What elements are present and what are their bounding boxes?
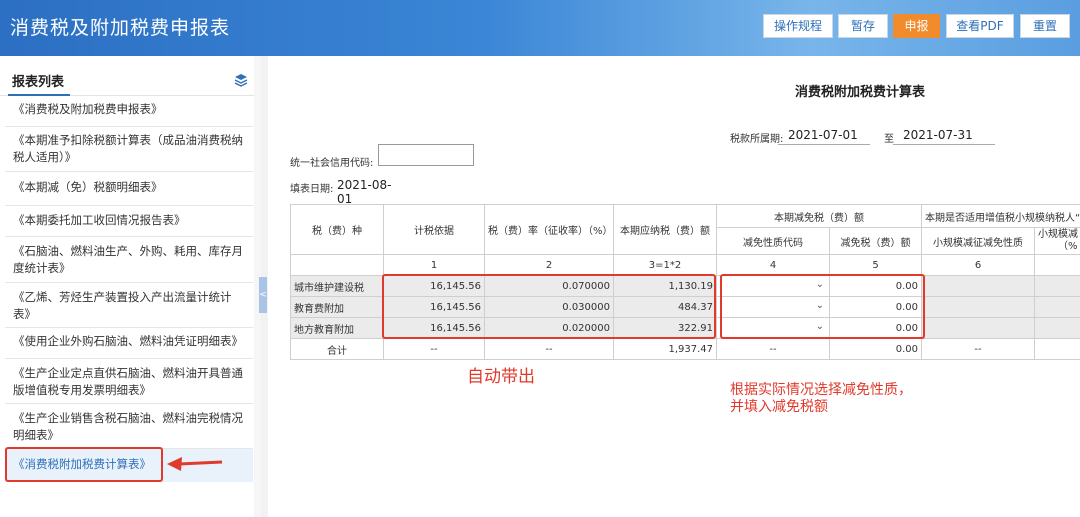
- annotation-auto-filled: 自动带出: [467, 367, 535, 387]
- row-tax-name: 教育费附加: [290, 296, 384, 318]
- row-tax-name: 城市维护建设税: [290, 275, 384, 297]
- header-payable: 本期应纳税（费）额: [613, 204, 717, 255]
- sidebar-item-consumption-tax-return[interactable]: 《消费税及附加税费申报表》: [5, 98, 253, 127]
- annotation-hint-line2: 并填入减免税额: [730, 399, 828, 415]
- credit-code-label: 统一社会信用代码:: [290, 158, 374, 169]
- annotation-box-reduction-fields: [720, 274, 925, 339]
- index-cell: [290, 254, 384, 276]
- header-reduction-group: 本期减免税（费）额: [716, 204, 922, 228]
- sidebar-item-reduction-detail[interactable]: 《本期减（免）税额明细表》: [5, 172, 253, 206]
- sidebar-title: 报表列表: [12, 75, 65, 90]
- small-reduction-rate-cell: [1034, 296, 1080, 318]
- small-reduction-rate-cell: [1034, 275, 1080, 297]
- sidebar-item-purchase-voucher-detail[interactable]: 《使用企业外购石脑油、燃料油凭证明细表》: [5, 328, 253, 359]
- sidebar-item-direct-supply-invoice-detail[interactable]: 《生产企业定点直供石脑油、燃料油开具普通版增值税专用发票明细表》: [5, 359, 253, 404]
- index-cell: 3=1*2: [613, 254, 717, 276]
- arrow-left-icon: [167, 457, 223, 471]
- collapse-sidebar-handle[interactable]: <: [259, 277, 267, 313]
- total-reduction-code: --: [716, 338, 830, 360]
- tax-period-end: 2021-07-31: [893, 128, 995, 145]
- form-title: 消费税附加税费计算表: [795, 85, 926, 100]
- total-small-rate: -: [1034, 338, 1080, 360]
- index-cell: 1: [383, 254, 485, 276]
- header-small-reduction-rate: 小规模减 （%: [1034, 227, 1080, 255]
- tax-period-label: 税款所属期:: [730, 134, 784, 145]
- header-tax-basis: 计税依据: [383, 204, 485, 255]
- submit-declaration-button[interactable]: 申报: [893, 14, 940, 38]
- index-cell: 4: [716, 254, 830, 276]
- header-tax-rate: 税（费）率（征收率）（%）: [484, 204, 614, 255]
- reset-button[interactable]: 重置: [1020, 14, 1070, 38]
- sidebar-item-entrusted-processing-report[interactable]: 《本期委托加工收回情况报告表》: [5, 206, 253, 237]
- view-pdf-button[interactable]: 查看PDF: [946, 14, 1014, 38]
- operation-guide-button[interactable]: 操作规程: [763, 14, 833, 38]
- sidebar-item-deductible-tax-calc[interactable]: 《本期准予扣除税额计算表（成品油消费税纳税人适用）》: [5, 127, 253, 172]
- sidebar-header: 报表列表: [0, 62, 261, 96]
- sidebar-item-tax-paid-sales-detail[interactable]: 《生产企业销售含税石脑油、燃料油完税情况明细表》: [5, 404, 253, 449]
- index-cell: 7: [1034, 254, 1080, 276]
- save-draft-button[interactable]: 暂存: [838, 14, 888, 38]
- sidebar-item-naphtha-monthly-stats[interactable]: 《石脑油、燃料油生产、外购、耗用、库存月度统计表》: [5, 237, 253, 283]
- total-payable: 1,937.47: [613, 338, 717, 360]
- annotation-box-sidebar-item: [5, 447, 163, 482]
- header-tax-type: 税（费）种: [290, 204, 384, 255]
- credit-code-input[interactable]: [378, 144, 474, 166]
- app-title: 消费税及附加税费申报表: [10, 17, 231, 39]
- small-reduction-rate-cell: [1034, 317, 1080, 339]
- row-tax-name: 地方教育附加: [290, 317, 384, 339]
- header-reduction-code: 减免性质代码: [716, 227, 830, 255]
- index-cell: 2: [484, 254, 614, 276]
- annotation-box-auto-fields: [382, 274, 716, 339]
- annotation-hint-line1: 根据实际情况选择减免性质，: [730, 382, 912, 398]
- index-cell: 5: [829, 254, 922, 276]
- layers-icon[interactable]: [234, 73, 248, 87]
- total-basis: --: [383, 338, 485, 360]
- total-small-code: --: [921, 338, 1035, 360]
- total-rate: --: [484, 338, 614, 360]
- small-reduction-code-cell: [921, 296, 1035, 318]
- total-row: 合计 -- -- 1,937.47 -- 0.00 -- -: [290, 338, 1080, 360]
- tax-period-start: 2021-07-01: [778, 128, 870, 145]
- total-reduction-amount: 0.00: [829, 338, 922, 360]
- header-small-rate-line1: 小规模减: [1038, 229, 1078, 240]
- header-small-taxpayer-group: 本期是否适用增值税小规模纳税人“: [921, 204, 1080, 228]
- sidebar-title-underline: [8, 94, 70, 96]
- small-reduction-code-cell: [921, 317, 1035, 339]
- header-reduction-amount: 减免税（费）额: [829, 227, 922, 255]
- header-small-reduction-code: 小规模减征减免性质: [921, 227, 1035, 255]
- index-cell: 6: [921, 254, 1035, 276]
- header-bar: 消费税及附加税费申报表 操作规程 暂存 申报 查看PDF 重置: [0, 0, 1080, 56]
- annotation-hint: 根据实际情况选择减免性质， 并填入减免税额: [730, 382, 912, 416]
- small-reduction-code-cell: [921, 275, 1035, 297]
- fill-date-label: 填表日期:: [290, 184, 334, 195]
- sidebar-item-ethylene-flow-stats[interactable]: 《乙烯、芳烃生产装置投入产出流量计统计表》: [5, 283, 253, 328]
- header-small-rate-line2: （%: [1058, 241, 1078, 252]
- total-label: 合计: [290, 338, 384, 360]
